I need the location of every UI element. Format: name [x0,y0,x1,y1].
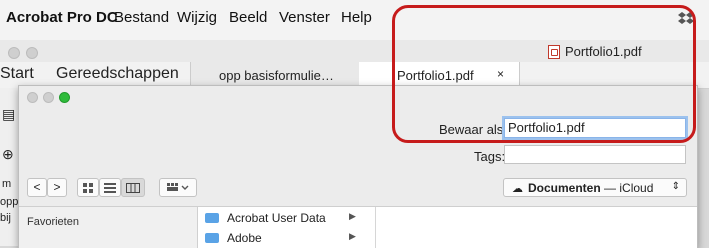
left-label-2: opp [0,196,19,208]
menu-wijzig[interactable]: Wijzig [177,9,217,26]
tags-label: Tags: [474,149,506,164]
dialog-zoom-button[interactable] [59,92,70,103]
menu-bestand[interactable]: Bestand [114,9,169,26]
highlight-annotation [392,5,696,143]
close-window-button[interactable] [8,47,20,59]
location-service: iCloud [619,181,654,195]
folder-name: Acrobat User Data [227,211,326,225]
favorites-heading: Favorieten [27,216,79,228]
dialog-minimize-button[interactable] [43,92,54,103]
list-icon [104,183,116,193]
columns-icon [126,183,140,193]
chevron-right-icon: ▶ [349,231,356,241]
app-name-menu[interactable]: Acrobat Pro DC [6,9,118,26]
menu-beeld[interactable]: Beeld [229,9,267,26]
dialog-window-controls [27,90,75,108]
menu-help[interactable]: Help [341,9,372,26]
grid-icon [83,183,93,193]
location-dropdown[interactable]: ☁ Documenten — iCloud ⇕ [503,178,687,197]
list-item[interactable]: Adobe ▶ [205,231,356,245]
tab-start[interactable]: Start [0,65,34,83]
folder-icon [205,233,219,243]
folder-icon [205,213,219,223]
tab-document-1-label: opp basisformulie… [219,68,334,83]
gallery-icon [167,183,189,191]
list-view-button[interactable] [99,178,121,197]
document-icon[interactable]: ▤ [2,106,15,123]
add-icon[interactable]: ⊕ [2,146,14,163]
menu-venster[interactable]: Venster [279,9,330,26]
list-item[interactable]: Acrobat User Data ▶ [205,211,356,225]
minimize-window-button[interactable] [26,47,38,59]
chevron-right-icon: ▶ [349,211,356,221]
cloud-icon: ☁ [512,183,523,195]
chevron-updown-icon: ⇕ [671,181,680,192]
icon-view-button[interactable] [77,178,99,197]
column-view-button[interactable] [121,178,145,197]
left-label-1: m [2,178,12,190]
file-column: Acrobat User Data ▶ Adobe ▶ [197,207,376,248]
location-label: Documenten — iCloud [528,181,653,195]
location-name: Documenten [528,181,601,195]
left-tool-strip: ▤ ⊕ m opp bij [0,88,19,246]
folder-name: Adobe [227,231,262,245]
tags-input[interactable] [504,145,686,164]
file-browser: Favorieten Acrobat User Data ▶ Adobe ▶ [19,206,697,248]
finder-sidebar: Favorieten [19,207,198,248]
location-separator: — [604,181,617,195]
back-button[interactable]: < [27,178,47,197]
forward-button[interactable]: > [47,178,67,197]
tab-tools[interactable]: Gereedschappen [56,65,179,83]
dialog-close-button[interactable] [27,92,38,103]
left-label-3: bij [0,212,12,224]
group-view-button[interactable] [159,178,197,197]
